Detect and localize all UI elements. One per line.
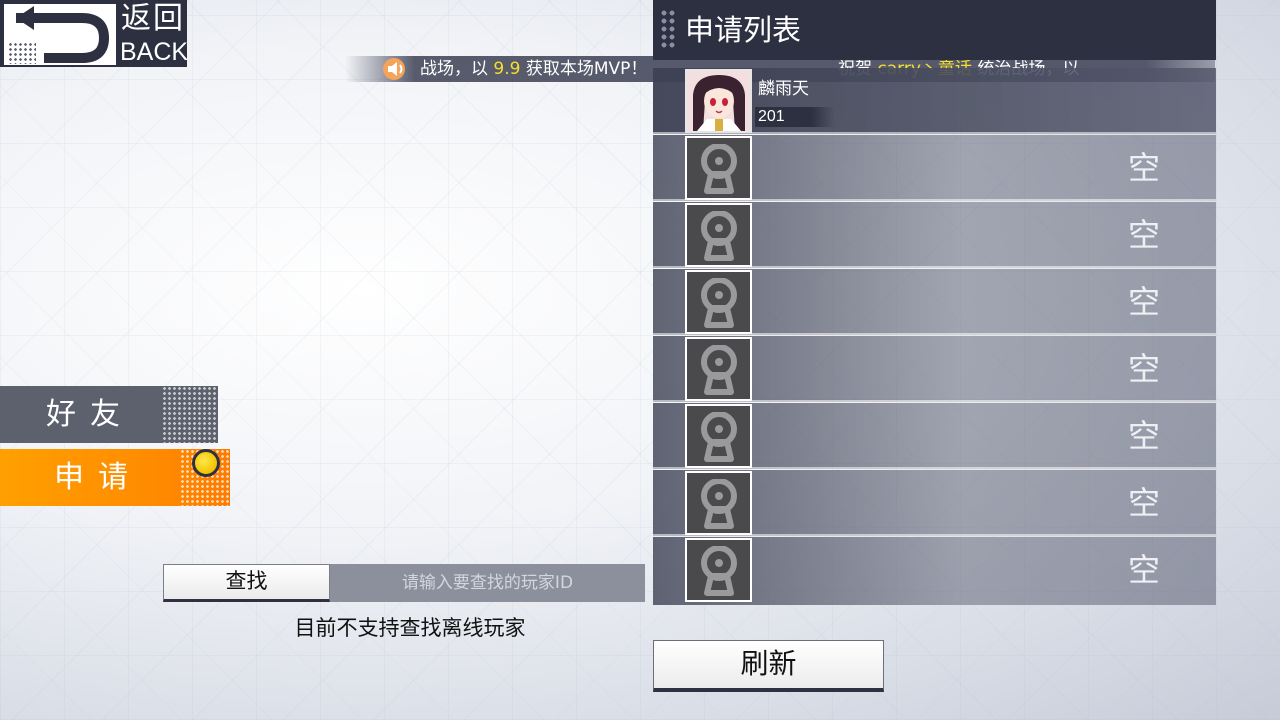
refresh-button[interactable]: 刷新 [653, 640, 884, 692]
empty-avatar-slot [685, 471, 752, 535]
empty-avatar-slot [685, 337, 752, 401]
empty-slot-label: 空 [1128, 216, 1161, 254]
empty-slot-label: 空 [1128, 350, 1161, 388]
request-list-header: 申请列表 [653, 0, 1216, 60]
empty-avatar-slot [685, 404, 752, 468]
back-label-en: BACK [120, 38, 189, 66]
grip-dots-icon [660, 9, 676, 49]
empty-avatar-slot [685, 203, 752, 267]
tab-apply-label: 申请 [54, 460, 142, 495]
empty-slot-label: 空 [1128, 283, 1161, 321]
keyhole-icon [701, 211, 737, 261]
request-row-empty: 空 [653, 537, 1216, 605]
empty-avatar-slot [685, 538, 752, 602]
ticker-message-1: 战场，以 9.9 获取本场MVP！ [420, 59, 648, 79]
tab-friends[interactable]: 好友 [0, 386, 218, 443]
keyhole-icon [701, 144, 737, 194]
request-row-empty: 空 [653, 135, 1216, 201]
empty-avatar-slot [685, 270, 752, 334]
request-row-empty: 空 [653, 269, 1216, 335]
request-row-empty: 空 [653, 202, 1216, 268]
player-avatar [685, 69, 752, 133]
notification-dot-icon [192, 449, 220, 477]
back-button[interactable]: 返回 BACK [0, 0, 189, 67]
request-row-empty: 空 [653, 470, 1216, 536]
request-list-title: 申请列表 [685, 13, 802, 47]
player-id-search-input[interactable] [330, 564, 645, 602]
player-name: 麟雨天 [758, 79, 809, 99]
empty-avatar-slot [685, 136, 752, 200]
keyhole-icon [701, 345, 737, 395]
speaker-icon [383, 58, 405, 80]
request-list: 麟雨天 201 空 空 空 空 空 空 空 [653, 68, 1216, 605]
search-button[interactable]: 查找 [163, 564, 330, 602]
empty-slot-label: 空 [1128, 484, 1161, 522]
request-row-empty: 空 [653, 403, 1216, 469]
request-row[interactable]: 麟雨天 201 [653, 68, 1216, 134]
search-note: 目前不支持查找离线玩家 [294, 616, 526, 640]
keyhole-icon [701, 479, 737, 529]
keyhole-icon [701, 546, 737, 596]
player-level: 201 [755, 107, 835, 127]
empty-slot-label: 空 [1128, 149, 1161, 187]
back-label-cn: 返回 [121, 1, 185, 36]
empty-slot-label: 空 [1128, 551, 1161, 589]
return-arrow-icon [4, 4, 116, 65]
keyhole-icon [701, 412, 737, 462]
keyhole-icon [701, 278, 737, 328]
empty-slot-label: 空 [1128, 417, 1161, 455]
tab-friends-label: 好友 [46, 397, 134, 432]
request-row-empty: 空 [653, 336, 1216, 402]
